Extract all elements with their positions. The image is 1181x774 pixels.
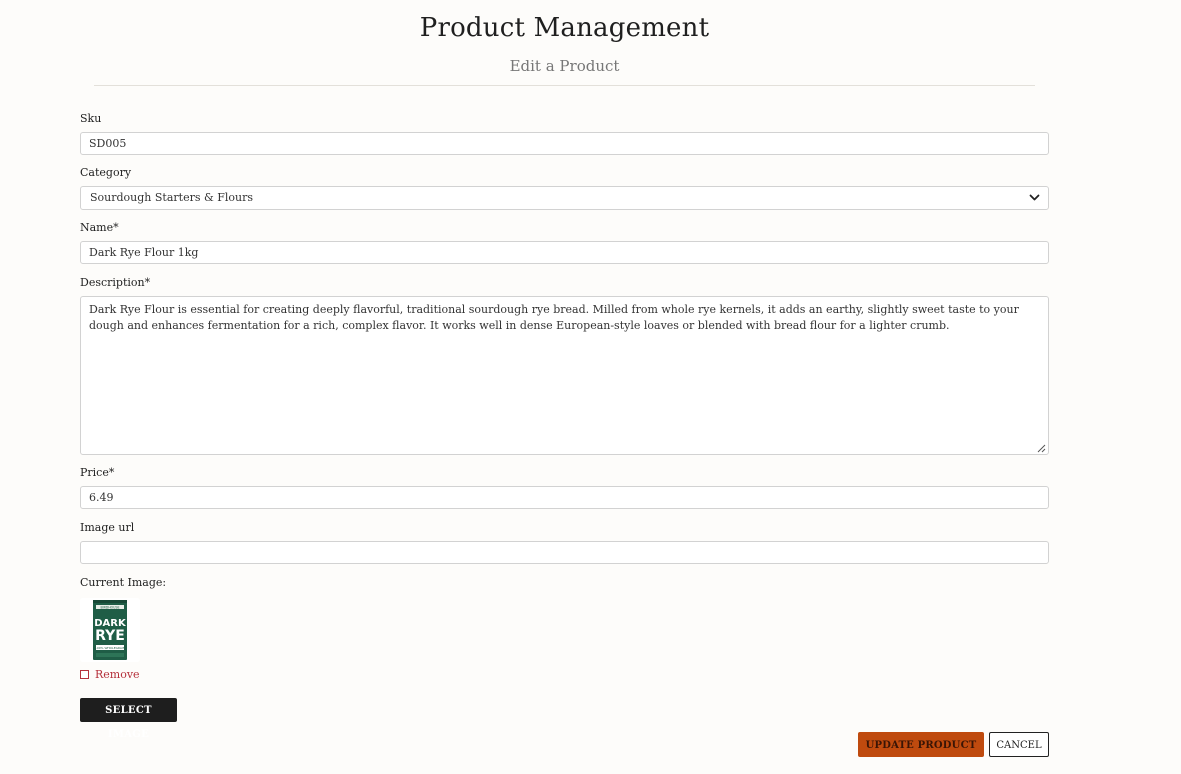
description-textarea[interactable]: Dark Rye Flour is essential for creating… — [80, 296, 1049, 455]
image-url-label: Image url — [80, 521, 135, 534]
package-line2-text: RYE — [95, 628, 125, 644]
select-image-button[interactable]: SELECT IMAGE — [80, 698, 177, 740]
category-label: Category — [80, 166, 132, 179]
product-thumbnail: BIRDHOUSE DARK RYE 100% WHOLEGRAIN — [80, 598, 140, 662]
remove-image-row[interactable]: Remove — [80, 667, 140, 681]
current-image-label: Current Image: — [80, 576, 167, 589]
sku-input[interactable] — [80, 132, 1049, 155]
category-select[interactable]: Sourdough Starters & Flours — [80, 186, 1049, 210]
chevron-down-icon — [1029, 187, 1040, 217]
package-caption-text: 100% WHOLEGRAIN — [95, 646, 125, 650]
price-label: Price* — [80, 466, 115, 479]
page-subtitle: Edit a Product — [509, 57, 620, 75]
remove-label: Remove — [95, 667, 140, 681]
description-label: Description* — [80, 276, 151, 289]
resize-handle-icon[interactable] — [1036, 443, 1046, 453]
name-input[interactable] — [80, 241, 1049, 264]
image-url-input[interactable] — [80, 541, 1049, 564]
page-title: Product Management — [419, 13, 710, 43]
cancel-button[interactable]: CANCEL — [989, 732, 1049, 757]
update-product-button[interactable]: UPDATE PRODUCT — [858, 732, 984, 757]
name-label: Name* — [80, 221, 119, 234]
package-brand-text: BIRDHOUSE — [100, 605, 119, 609]
category-selected-value: Sourdough Starters & Flours — [90, 191, 254, 204]
edit-product-page: Product Management Edit a Product Sku Ca… — [0, 0, 1181, 774]
remove-checkbox[interactable] — [80, 669, 89, 679]
sku-label: Sku — [80, 112, 102, 125]
header-divider — [94, 85, 1035, 86]
price-input[interactable] — [80, 486, 1049, 509]
